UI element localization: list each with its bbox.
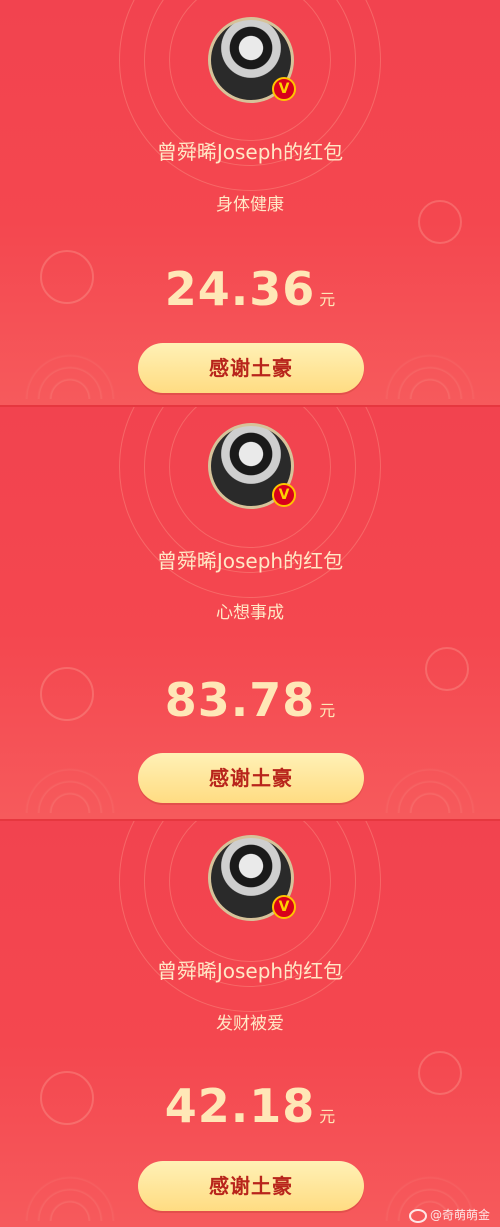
sender-name: 曾舜晞Joseph的红包 (156, 959, 344, 983)
thank-button[interactable]: 感谢土豪 (138, 343, 364, 393)
watermark-text: @奇萌萌金 (429, 1208, 490, 1222)
amount-display: 24.36 元 (0, 262, 500, 316)
red-envelope-panel: V 曾舜晞Joseph的红包 心想事成 83.78 元 感谢土豪 (0, 407, 500, 819)
verified-v-icon: V (272, 483, 296, 507)
watermark: @奇萌萌金 (408, 1206, 490, 1223)
thank-button[interactable]: 感谢土豪 (138, 1161, 364, 1211)
amount-unit: 元 (319, 701, 336, 720)
sender-avatar[interactable]: V (208, 423, 296, 509)
wish-message: 发财被爱 (216, 1014, 284, 1034)
sender-avatar[interactable]: V (208, 835, 296, 921)
weibo-icon (408, 1208, 427, 1223)
red-envelope-panel: V 曾舜晞Joseph的红包 发财被爱 42.18 元 感谢土豪 @奇萌萌金 (0, 821, 500, 1227)
wish-message: 身体健康 (216, 195, 284, 215)
amount-display: 42.18 元 (0, 1079, 500, 1133)
verified-v-icon: V (272, 895, 296, 919)
sender-name: 曾舜晞Joseph的红包 (156, 549, 344, 573)
amount-unit: 元 (319, 1107, 336, 1126)
verified-v-icon: V (272, 77, 296, 101)
sender-name: 曾舜晞Joseph的红包 (156, 140, 344, 164)
amount-unit: 元 (319, 290, 336, 309)
amount-value: 83.78 (164, 673, 316, 727)
amount-display: 83.78 元 (0, 673, 500, 727)
amount-value: 42.18 (164, 1079, 316, 1133)
thank-button[interactable]: 感谢土豪 (138, 753, 364, 803)
sender-avatar[interactable]: V (208, 17, 296, 103)
red-envelope-panel: V 曾舜晞Joseph的红包 身体健康 24.36 元 感谢土豪 (0, 0, 500, 405)
wish-message: 心想事成 (216, 603, 284, 623)
amount-value: 24.36 (164, 262, 316, 316)
